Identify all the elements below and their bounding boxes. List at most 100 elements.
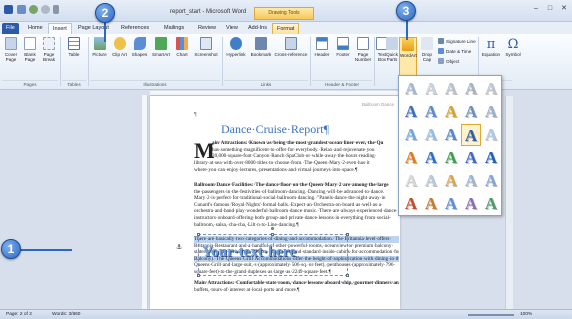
symbol-button[interactable]: Ω Symbol	[502, 37, 524, 77]
equation-button[interactable]: π Equation	[480, 37, 502, 77]
resize-handle[interactable]	[197, 233, 200, 236]
quick-parts-icon	[386, 37, 398, 50]
tab-add-ins[interactable]: Add-Ins	[244, 23, 271, 34]
close-button[interactable]: ✕	[558, 4, 570, 14]
resize-handle[interactable]	[271, 233, 274, 236]
header-button[interactable]: Header	[312, 37, 332, 77]
paragraph-main-attractions-cont[interactable]: library·at·sea·with·over·8000·titles·to·…	[194, 160, 399, 173]
wordart-style-option[interactable]: A	[461, 101, 481, 123]
page-break-button[interactable]: Page Break	[40, 37, 58, 77]
wordart-style-option[interactable]: A	[421, 78, 441, 100]
word-app-icon[interactable]	[4, 5, 13, 14]
wordart-button[interactable]: WordArt	[399, 37, 417, 77]
cover-page-label: Cover Page	[4, 52, 18, 62]
wordart-style-option[interactable]: A	[401, 78, 421, 100]
wordart-style-option[interactable]: A	[421, 147, 441, 169]
drop-cap-button[interactable]: Drop Cap	[418, 37, 436, 77]
wordart-style-option[interactable]: A	[441, 124, 461, 146]
customize-qat-icon[interactable]	[53, 5, 59, 14]
wordart-style-option[interactable]: A	[441, 170, 461, 192]
tab-page-layout[interactable]: Page Layout	[74, 23, 113, 34]
wordart-style-option[interactable]: A	[421, 193, 441, 215]
wordart-style-option[interactable]: A	[441, 147, 461, 169]
page-number-button[interactable]: Page Number	[354, 37, 372, 77]
wordart-style-option[interactable]: A	[421, 124, 441, 146]
resize-handle[interactable]	[197, 274, 200, 277]
wordart-style-option[interactable]: A	[461, 147, 481, 169]
undo-icon[interactable]	[29, 5, 38, 14]
picture-button[interactable]: Picture	[90, 37, 109, 77]
minimize-button[interactable]: –	[530, 4, 542, 14]
tab-view[interactable]: View	[222, 23, 242, 34]
paragraph-main-attractions-2[interactable]: Main·Attractions:·Comfortable·state·room…	[194, 280, 399, 293]
wordart-style-option[interactable]: A	[461, 124, 481, 146]
picture-label: Picture	[92, 52, 107, 57]
quick-parts-button[interactable]: Quick Parts	[385, 37, 399, 77]
wordart-style-option[interactable]: A	[401, 193, 421, 215]
tab-insert[interactable]: Insert	[48, 23, 72, 34]
clip-art-button[interactable]: Clip Art	[110, 37, 129, 77]
word-count[interactable]: Words: 3/860	[52, 310, 80, 319]
tab-home[interactable]: Home	[24, 23, 47, 34]
wordart-style-option[interactable]: A	[481, 170, 501, 192]
bookmark-button[interactable]: Bookmark	[249, 37, 273, 77]
smartart-button[interactable]: SmartArt	[150, 37, 172, 77]
cross-reference-button[interactable]: Cross-reference	[274, 37, 308, 77]
wordart-style-option[interactable]: A	[481, 147, 501, 169]
wordart-style-option[interactable]: A	[401, 101, 421, 123]
zoom-level[interactable]: 100%	[520, 310, 532, 319]
document-title[interactable]: Dance·Cruise·Report¶	[150, 122, 400, 137]
ribbon-divider	[310, 37, 311, 86]
chart-button[interactable]: Chart	[173, 37, 191, 77]
wordart-style-option[interactable]: A	[461, 193, 481, 215]
wordart-style-option[interactable]: A	[481, 101, 501, 123]
wordart-style-option[interactable]: A	[421, 170, 441, 192]
paragraph-main-attractions[interactable]: ain·Attractions:·Known·as·being·the·most…	[212, 140, 400, 160]
tab-format[interactable]: Format	[272, 23, 300, 34]
wordart-style-option[interactable]: A	[461, 78, 481, 100]
table-button[interactable]: Table	[62, 37, 86, 77]
date-time-button[interactable]: Date & Time	[438, 48, 471, 56]
paragraph-ballroom-facilities[interactable]: Ballroom·Dance·Facilities:·The·dance·flo…	[194, 182, 399, 228]
wordart-style-option[interactable]: A	[421, 101, 441, 123]
wordart-style-option[interactable]: A	[401, 124, 421, 146]
vertical-scrollbar[interactable]	[505, 96, 513, 309]
vertical-ruler[interactable]	[142, 95, 148, 309]
maximize-button[interactable]: □	[544, 4, 556, 14]
wordart-style-option[interactable]: A	[481, 78, 501, 100]
wordart-style-option[interactable]: A	[441, 78, 461, 100]
redo-icon[interactable]	[41, 5, 50, 14]
page-count[interactable]: Page: 2 of 2	[6, 310, 32, 319]
text-line: buffets,·tours·of·interest·at·local·port…	[194, 286, 300, 293]
resize-handle[interactable]	[346, 274, 349, 277]
footer-icon	[337, 37, 349, 50]
object-button[interactable]: Object	[438, 58, 459, 66]
tab-references[interactable]: References	[117, 23, 153, 34]
wordart-style-option[interactable]: A	[401, 147, 421, 169]
tab-review[interactable]: Review	[194, 23, 220, 34]
save-icon[interactable]	[17, 5, 26, 14]
screenshot-button[interactable]: Screenshot	[192, 37, 220, 77]
wordart-style-option[interactable]: A	[461, 170, 481, 192]
signature-line-button[interactable]: Signature Line	[438, 38, 476, 46]
rotate-handle[interactable]	[271, 227, 274, 230]
zoom-slider[interactable]	[468, 314, 514, 316]
cover-page-button[interactable]: Cover Page	[2, 37, 20, 77]
wordart-style-option[interactable]: A	[481, 124, 501, 146]
footer-button[interactable]: Footer	[333, 37, 353, 77]
chart-icon	[176, 37, 188, 50]
wordart-style-option[interactable]: A	[481, 193, 501, 215]
wordart-style-option[interactable]: A	[401, 170, 421, 192]
wordart-style-option[interactable]: A	[441, 193, 461, 215]
wordart-gallery[interactable]: AAAAAAAAAAAAAAAAAAAAAAAAAAAAAA	[398, 75, 502, 216]
tab-file[interactable]: File	[2, 23, 19, 34]
shapes-button[interactable]: Shapes	[130, 37, 149, 77]
resize-handle[interactable]	[346, 233, 349, 236]
wordart-text[interactable]: Your·text·here	[202, 244, 296, 261]
blank-page-button[interactable]: Blank Page	[21, 37, 39, 77]
tab-mailings[interactable]: Mailings	[160, 23, 188, 34]
document-page[interactable]: Ballroom Dance ¶ Dance·Cruise·Report¶ M …	[150, 96, 400, 309]
group-header-footer-label: Header & Footer	[312, 80, 372, 88]
hyperlink-button[interactable]: Hyperlink	[224, 37, 248, 77]
wordart-style-option[interactable]: A	[441, 101, 461, 123]
